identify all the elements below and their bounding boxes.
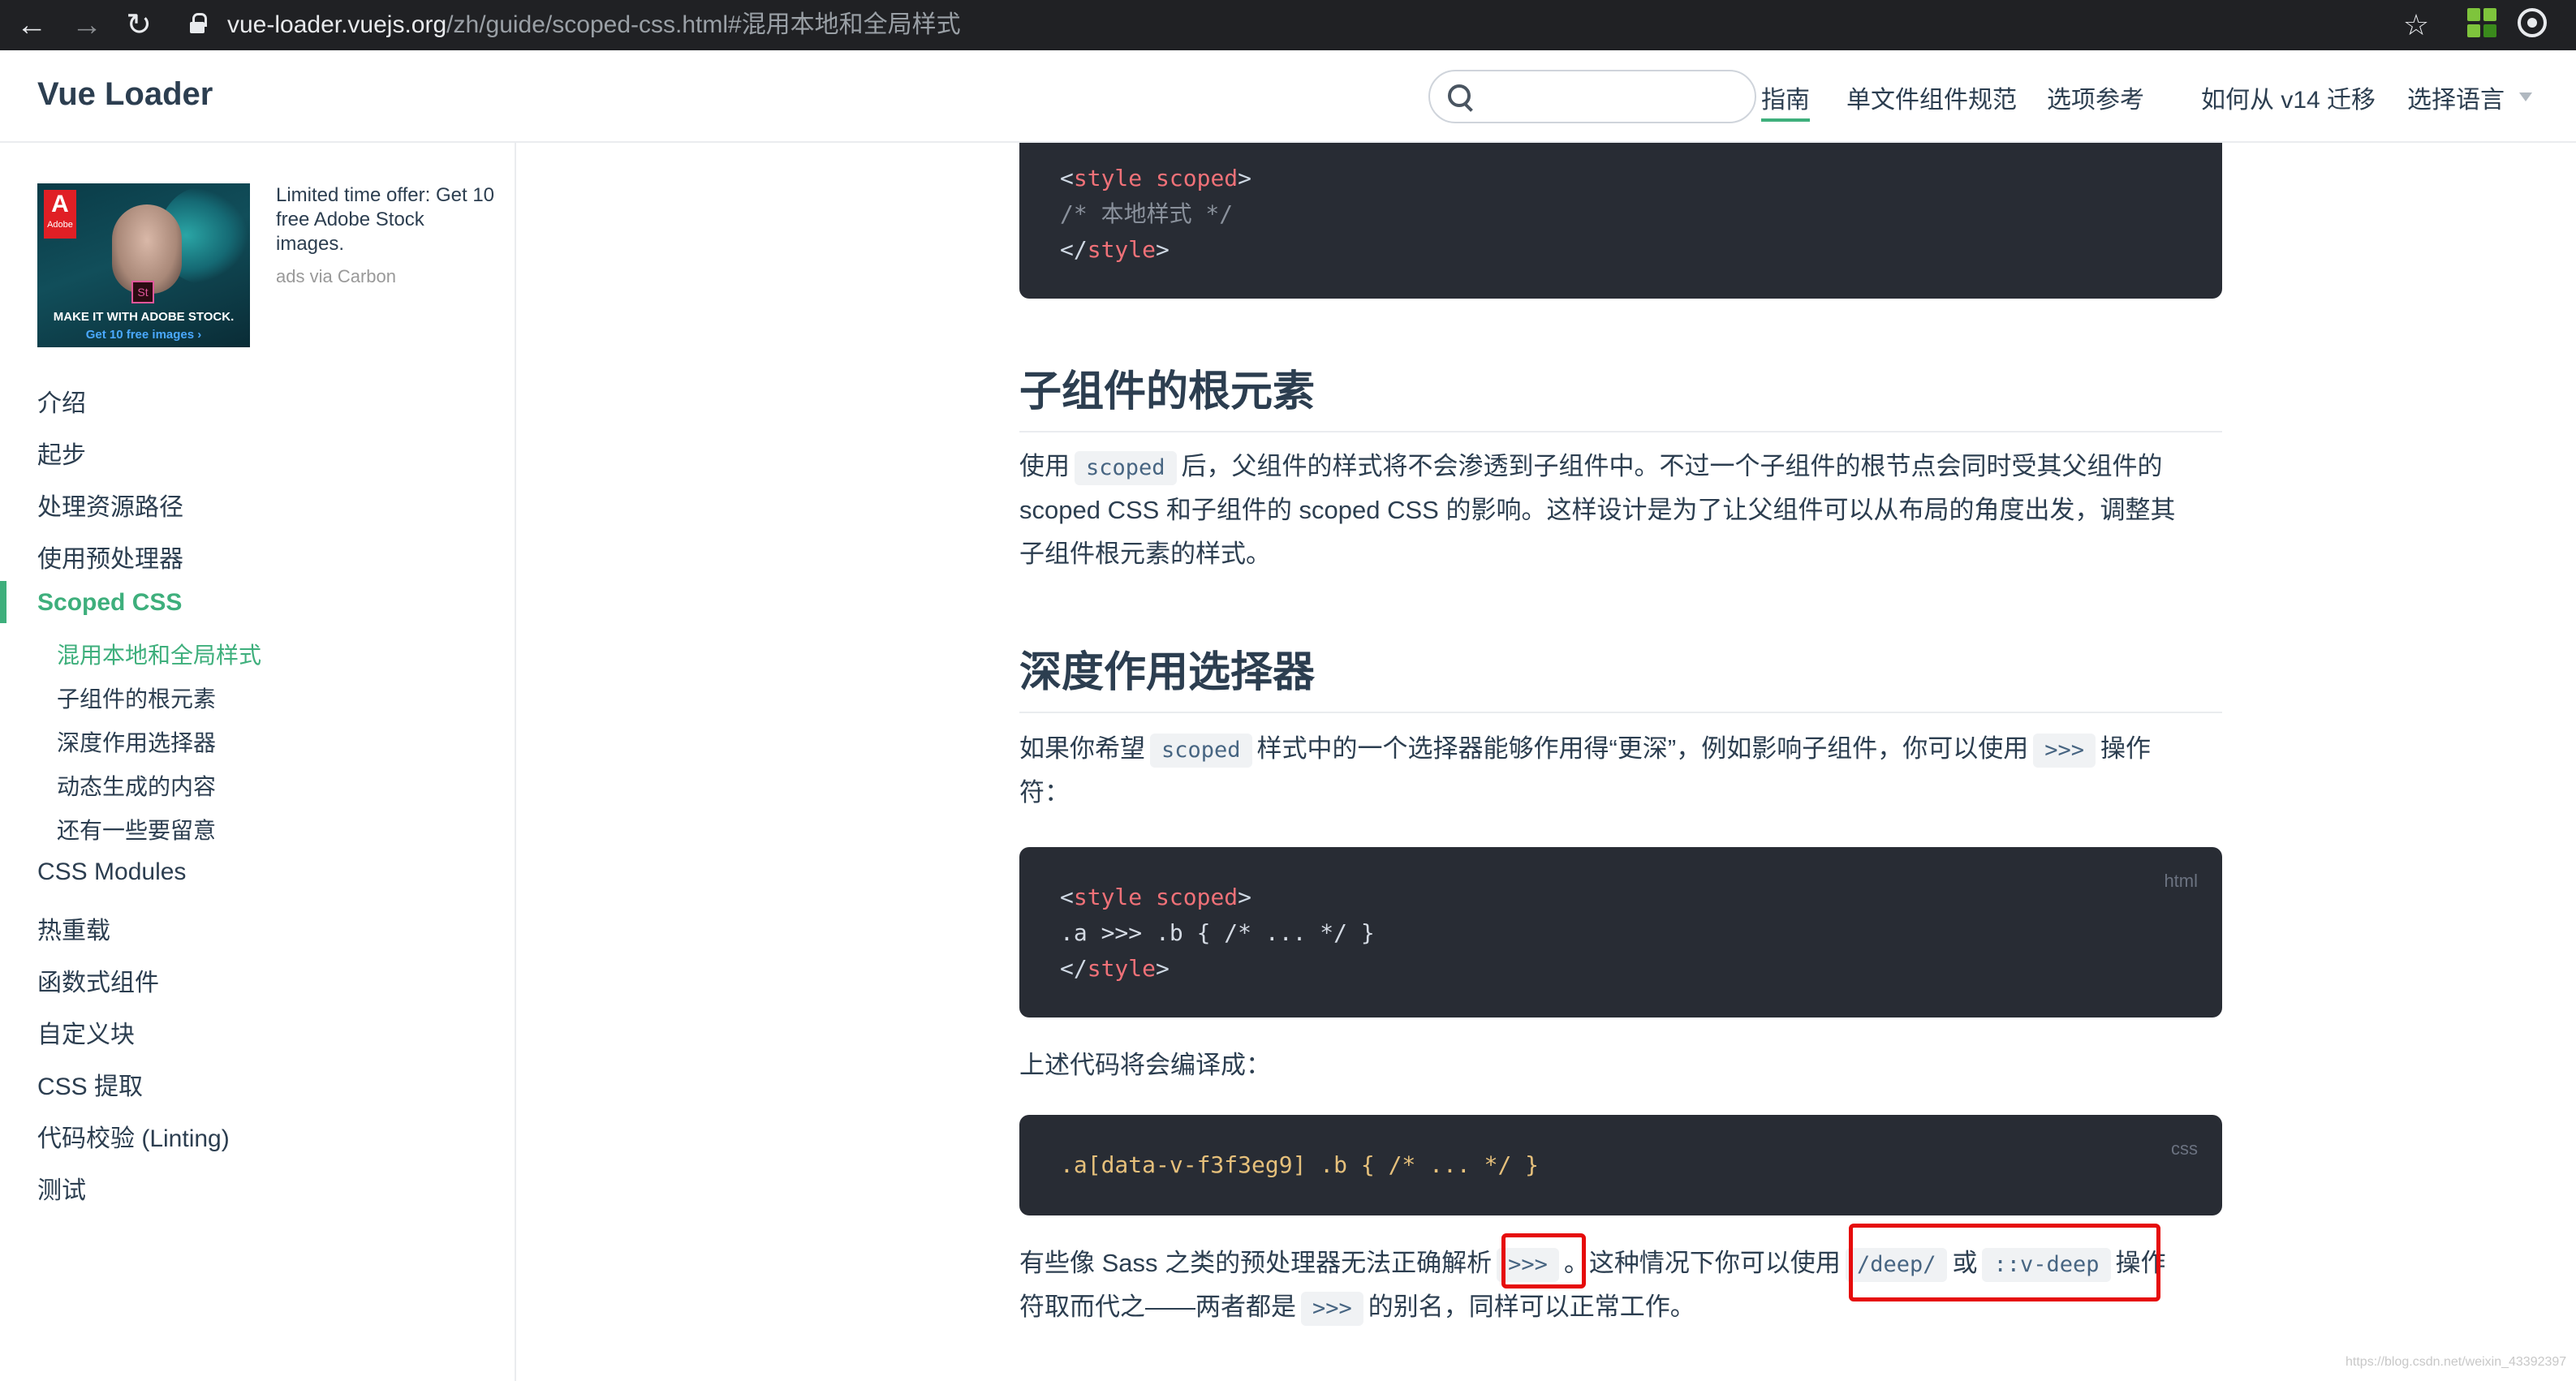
- code-language-label: css: [2171, 1138, 2198, 1159]
- sidebar-item-pre-processors[interactable]: 使用预处理器: [37, 539, 183, 574]
- text: 如果你希望: [1019, 734, 1145, 763]
- ad-image-caption: MAKE IT WITH ADOBE STOCK.: [53, 310, 235, 324]
- nav-spec[interactable]: 单文件组件规范: [1846, 80, 2017, 115]
- inline-code: scoped: [1150, 733, 1252, 768]
- sidebar-subitem-mixing-styles[interactable]: 混用本地和全局样式: [57, 638, 261, 670]
- site-logo[interactable]: Vue Loader: [37, 76, 213, 113]
- text: 有些像 Sass 之类的预处理器无法正确解析: [1019, 1249, 1493, 1277]
- paragraph-line: 子组件根元素的样式。: [1019, 540, 1271, 568]
- code-line: <style scoped>: [1060, 165, 1252, 191]
- site-header: Vue Loader 指南 单文件组件规范 选项参考 如何从 v14 迁移 选择…: [0, 50, 2576, 143]
- carbon-ad-image[interactable]: A Adobe St MAKE IT WITH ADOBE STOCK. Get …: [37, 183, 250, 347]
- paragraph: 如果你希望 scoped 样式中的一个选择器能够作用得“更深”，例如影响子组件，你可…: [1019, 727, 2151, 771]
- code-line: <style scoped>: [1060, 884, 1252, 910]
- sidebar-subitem-notes[interactable]: 还有一些要留意: [57, 813, 216, 845]
- text: 样式中的一个选择器能够作用得“更深”，例如影响子组件，你可以使用: [1256, 734, 2029, 763]
- search-icon: [1448, 84, 1472, 109]
- inline-code: >>>: [1301, 1291, 1363, 1326]
- code-line: </style>: [1060, 236, 1170, 263]
- paragraph: 使用 scoped 后，父组件的样式将不会渗透到子组件中。不过一个子组件的根节点会同…: [1019, 445, 2163, 488]
- text: 符取而代之——两者都是: [1019, 1293, 1296, 1321]
- sidebar-item-asset-urls[interactable]: 处理资源路径: [37, 487, 183, 523]
- url-path: /zh/guide/scoped-css.html#混用本地和全局样式: [446, 11, 961, 38]
- sidebar-item-linting[interactable]: 代码校验 (Linting): [37, 1118, 230, 1154]
- text: 的别名，同样可以正常工作。: [1368, 1293, 1695, 1321]
- chevron-down-icon[interactable]: [2519, 92, 2532, 101]
- section-heading: 深度作用选择器: [1019, 638, 2222, 713]
- back-arrow-icon[interactable]: ←: [11, 5, 52, 45]
- extension-target-icon[interactable]: [2518, 8, 2547, 37]
- code-block: html <style scoped> .a >>> .b { /* ... *…: [1019, 847, 2222, 1017]
- sidebar-item-scoped-css[interactable]: Scoped CSS: [37, 589, 182, 617]
- forward-arrow-icon[interactable]: →: [67, 5, 107, 45]
- ad-attribution[interactable]: ads via Carbon: [276, 266, 396, 287]
- code-block: css .a[data-v-f3f3eg9] .b { /* ... */ }: [1019, 1115, 2222, 1215]
- inline-code: >>>: [2033, 733, 2096, 768]
- sidebar-item-extract-css[interactable]: CSS 提取: [37, 1066, 143, 1102]
- inline-code: scoped: [1075, 450, 1177, 485]
- nav-options[interactable]: 选项参考: [2047, 80, 2144, 115]
- url-host: vue-loader.vuejs.org: [227, 11, 447, 38]
- search-input[interactable]: [1485, 78, 1745, 115]
- annotation-box: [1849, 1224, 2160, 1301]
- sidebar-subitem-deep-selectors[interactable]: 深度作用选择器: [57, 725, 216, 758]
- sidebar-item-custom-blocks[interactable]: 自定义块: [37, 1014, 135, 1050]
- text: 操作: [2100, 734, 2151, 763]
- watermark: https://blog.csdn.net/weixin_43392397: [2346, 1355, 2567, 1369]
- code-block: <style scoped> /* 本地样式 */ </style>: [1019, 143, 2222, 299]
- section-heading: 子组件的根元素: [1019, 357, 2222, 432]
- address-bar[interactable]: vue-loader.vuejs.org/zh/guide/scoped-css…: [227, 6, 961, 44]
- text: 后，父组件的样式将不会渗透到子组件中。不过一个子组件的根节点会同时受其父组件的: [1181, 452, 2163, 480]
- nav-guide[interactable]: 指南: [1761, 80, 1810, 122]
- code-line: /* 本地样式 */: [1060, 200, 1234, 227]
- sidebar-item-testing[interactable]: 测试: [37, 1170, 86, 1206]
- paragraph-line: 符：: [1019, 778, 1070, 807]
- annotation-box: [1501, 1233, 1586, 1289]
- paragraph: 符取而代之——两者都是 >>> 的别名，同样可以正常工作。: [1019, 1285, 1695, 1329]
- extension-grid-icon[interactable]: [2467, 8, 2496, 37]
- text: 使用: [1019, 452, 1070, 480]
- browser-toolbar: ← → ↻ vue-loader.vuejs.org/zh/guide/scop…: [0, 0, 2576, 50]
- lock-icon[interactable]: [190, 13, 207, 34]
- code-language-label: html: [2164, 871, 2198, 891]
- nav-migration[interactable]: 如何从 v14 迁移: [2201, 80, 2376, 115]
- code-line: .a[data-v-f3f3eg9] .b { /* ... */ }: [1060, 1151, 1540, 1178]
- search-box[interactable]: [1428, 70, 1756, 123]
- bookmark-star-icon[interactable]: ☆: [2396, 5, 2436, 45]
- ad-text[interactable]: Limited time offer: Get 10 free Adobe St…: [276, 183, 495, 256]
- code-line: .a >>> .b { /* ... */ }: [1060, 919, 1375, 946]
- nav-language[interactable]: 选择语言: [2407, 80, 2505, 115]
- paragraph-line: scoped CSS 和子组件的 scoped CSS 的影响。这样设计是为了让…: [1019, 496, 2176, 524]
- sidebar-item-css-modules[interactable]: CSS Modules: [37, 858, 186, 886]
- paragraph-line: 上述代码将会编译成：: [1019, 1051, 1271, 1079]
- sidebar-item-intro[interactable]: 介绍: [37, 383, 86, 419]
- reload-icon[interactable]: ↻: [118, 5, 159, 45]
- sidebar-item-functional[interactable]: 函数式组件: [37, 962, 159, 998]
- sidebar-subitem-child-root[interactable]: 子组件的根元素: [57, 682, 216, 714]
- text: 。这种情况下你可以使用: [1563, 1249, 1841, 1277]
- sidebar-item-getting-started[interactable]: 起步: [37, 435, 86, 471]
- active-indicator: [0, 581, 6, 623]
- adobe-logo-icon: A Adobe: [44, 190, 76, 239]
- sidebar-item-hot-reload[interactable]: 热重载: [37, 910, 110, 946]
- code-line: </style>: [1060, 955, 1170, 982]
- adobe-stock-badge: St: [131, 281, 154, 303]
- sidebar: A Adobe St MAKE IT WITH ADOBE STOCK. Get …: [0, 143, 516, 1381]
- sidebar-subitem-dynamic-content[interactable]: 动态生成的内容: [57, 769, 216, 802]
- ad-image-link[interactable]: Get 10 free images ›: [37, 328, 250, 342]
